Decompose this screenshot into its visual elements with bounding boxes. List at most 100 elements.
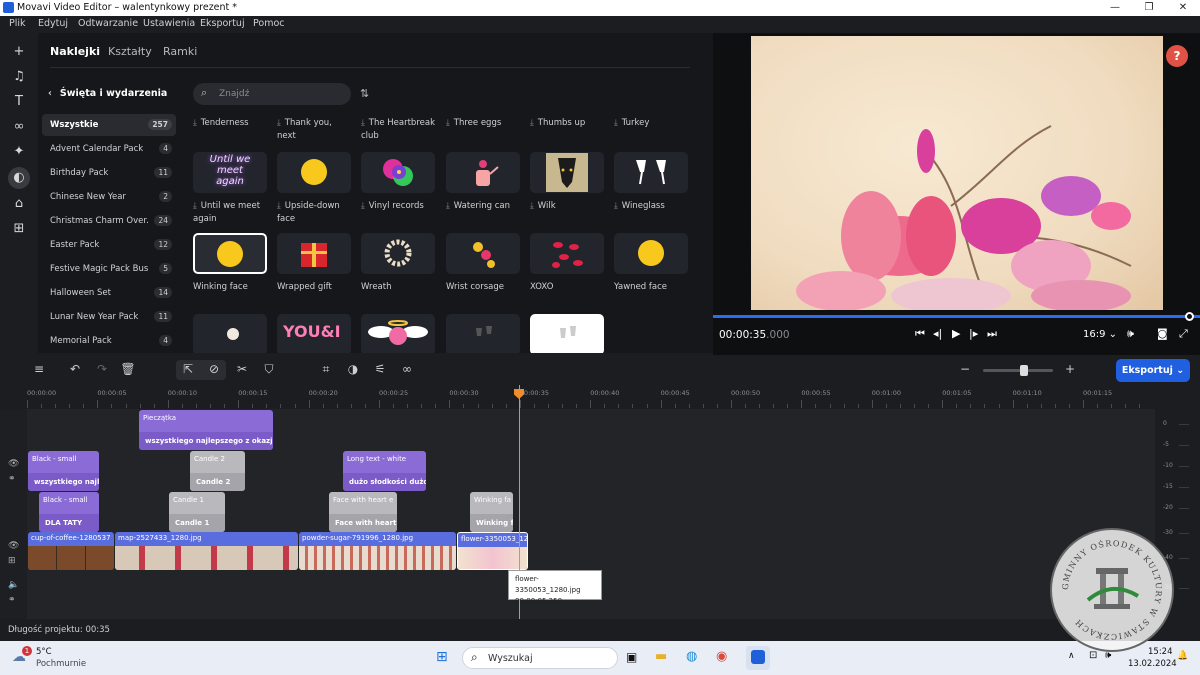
clip-candle-1[interactable]: Candle 1 Candle 1 [169, 492, 225, 532]
step-back-icon[interactable]: ◂| [933, 327, 942, 340]
help-button[interactable]: ? [1166, 45, 1188, 67]
snapshot-icon[interactable]: ◙ [1157, 327, 1168, 340]
zoom-in-icon[interactable]: + [1060, 362, 1080, 376]
video-track-icon[interactable]: ⊞ [8, 556, 16, 566]
movavi-taskbar-button[interactable] [746, 646, 770, 670]
sticker-thumbs-up[interactable]: ⤓ Thumbs up [530, 117, 604, 130]
sticker-xoxo[interactable]: XOXO [530, 233, 604, 294]
sticker-row3-5[interactable] [530, 314, 604, 353]
store-icon[interactable]: ⌂ [10, 195, 28, 213]
more-tools-icon[interactable]: ⊞ [10, 220, 28, 238]
sticker-winking-face[interactable]: Winking face [193, 233, 267, 294]
sticker-row3-2[interactable]: YOU&I [277, 314, 351, 353]
sticker-upside-down-face[interactable]: ⤓ Upside-down face [277, 152, 351, 226]
titles-icon[interactable]: T [10, 93, 28, 111]
video-clip-map[interactable]: map-2527433_1280.jpg [115, 532, 298, 570]
category-easter[interactable]: Easter Pack 12 [42, 234, 176, 256]
sticker-wrist-corsage[interactable]: Wrist corsage [446, 233, 520, 294]
weather-temp[interactable]: 5°C [36, 647, 52, 657]
category-christmas[interactable]: Christmas Charm Over... 24 [42, 210, 176, 232]
close-button[interactable]: ✕ [1166, 0, 1200, 16]
music-icon[interactable]: ♫ [10, 68, 28, 86]
task-view-icon[interactable]: ▣ [626, 650, 637, 664]
menu-edit[interactable]: Edytuj [38, 18, 68, 29]
fullscreen-icon[interactable]: ⤢ [1179, 327, 1188, 341]
sticker-vinyl-records[interactable]: ⤓ Vinyl records [361, 152, 435, 213]
category-advent[interactable]: Advent Calendar Pack 4 [42, 138, 176, 160]
zoom-out-icon[interactable]: − [955, 362, 975, 376]
category-all[interactable]: Wszystkie 257 [42, 114, 176, 136]
sort-icon[interactable]: ⇅ [360, 87, 369, 100]
link-icon[interactable]: ⚭ [8, 474, 16, 484]
category-halloween[interactable]: Halloween Set 14 [42, 282, 176, 304]
transition-wizard-icon[interactable]: ∞ [397, 362, 417, 376]
sticker-wineglass[interactable]: ⤓ Wineglass [614, 152, 688, 213]
audio-link-icon[interactable]: ⚭ [8, 595, 16, 605]
sticker-three-eggs[interactable]: ⤓ Three eggs [446, 117, 520, 130]
category-festive-magic[interactable]: Festive Magic Pack Busi... 5 [42, 258, 176, 280]
windows-start-icon[interactable]: ⊞ [436, 649, 448, 665]
clip-long-text[interactable]: Long text - white dużo słodkości dużo n [343, 451, 426, 491]
taskbar-search[interactable]: ⌕ Wyszukaj [462, 647, 618, 669]
zoom-slider-handle[interactable] [1020, 365, 1028, 376]
marker-icon[interactable]: ⛉ [259, 362, 279, 377]
skip-start-icon[interactable]: ⏮ [915, 327, 925, 341]
preview-canvas[interactable] [751, 36, 1163, 310]
sticker-row3-3[interactable] [361, 314, 435, 353]
color-adjust-icon[interactable]: ◑ [343, 362, 363, 376]
video-clip-powder-sugar[interactable]: powder-sugar-791996_1280.jpg [299, 532, 456, 570]
redo-icon[interactable]: ↷ [92, 362, 112, 376]
magic-wand-icon[interactable]: ✦ [10, 143, 28, 161]
delete-icon[interactable]: 🗑 [118, 362, 138, 376]
sticker-watering-can[interactable]: ⤓ Watering can [446, 152, 520, 213]
clip-candle-2[interactable]: Candle 2 Candle 2 [190, 451, 245, 491]
file-explorer-icon[interactable]: ▬ [655, 649, 667, 664]
sticker-heartbreak-club[interactable]: ⤓ The Heartbreak club [361, 117, 435, 143]
tab-stickers[interactable]: Naklejki [50, 45, 100, 58]
transitions-icon[interactable]: ∞ [10, 118, 28, 136]
sticker-thank-you-next[interactable]: ⤓ Thank you, next [277, 117, 351, 143]
clock-date[interactable]: 13.02.2024 [1128, 659, 1177, 669]
sticker-row3-1[interactable] [193, 314, 267, 353]
video-clip-flower[interactable]: flower-3350053_128 [457, 532, 528, 570]
select-cursor-icon[interactable]: ⇱ [178, 362, 198, 376]
visibility-icon[interactable]: 👁 [8, 459, 19, 469]
sticker-wrapped-gift[interactable]: Wrapped gift [277, 233, 351, 294]
menu-file[interactable]: Plik [9, 18, 26, 29]
step-forward-icon[interactable]: |▸ [969, 327, 978, 340]
chrome-icon[interactable]: ◉ [716, 649, 727, 664]
preview-scrubber[interactable] [713, 312, 1200, 321]
cut-icon[interactable]: ✂ [232, 362, 252, 376]
clip-black-small-2[interactable]: Black - small DLA TATY [39, 492, 99, 532]
maximize-button[interactable]: ❐ [1132, 0, 1166, 16]
time-ruler[interactable]: 00:00:00 00:00:05 00:00:10 00:00:15 00:00:20… [0, 385, 1200, 409]
undo-icon[interactable]: ↶ [65, 362, 85, 376]
tab-shapes[interactable]: Kształty [108, 45, 152, 58]
sticker-yawned-face[interactable]: Yawned face [614, 233, 688, 294]
sticker-row3-4[interactable] [446, 314, 520, 353]
notifications-icon[interactable]: 🔔 [1177, 651, 1188, 661]
category-memorial[interactable]: Memorial Pack 4 [42, 330, 176, 352]
sticker-wilk[interactable]: ⤓ Wilk [530, 152, 604, 213]
menu-playback[interactable]: Odtwarzanie [78, 18, 138, 29]
mute-icon[interactable]: 🔈 [8, 580, 19, 590]
menu-export[interactable]: Eksportuj [200, 18, 245, 29]
stickers-icon[interactable]: ◐ [8, 167, 30, 189]
export-button[interactable]: Eksportuj ⌄ [1116, 359, 1190, 382]
category-lunar-new-year[interactable]: Lunar New Year Pack 11 [42, 306, 176, 328]
skip-end-icon[interactable]: ⏭ [987, 327, 997, 341]
settings-sliders-icon[interactable]: ⚟ [370, 362, 390, 376]
clip-face-with-heart[interactable]: Face with heart e Face with heart e [329, 492, 397, 532]
visibility-icon[interactable]: 👁 [8, 541, 19, 551]
play-icon[interactable]: ▶ [952, 327, 960, 340]
edge-icon[interactable]: ◍ [686, 649, 697, 664]
zoom-slider[interactable] [983, 369, 1053, 372]
search-input[interactable] [219, 87, 339, 101]
clip-pieczatka[interactable]: Pieczątka wszystkiego najlepszego z okazj… [139, 410, 273, 450]
minimize-button[interactable]: — [1098, 0, 1132, 16]
category-birthday[interactable]: Birthday Pack 11 [42, 162, 176, 184]
add-media-icon[interactable]: + [10, 43, 28, 61]
tab-frames[interactable]: Ramki [163, 45, 197, 58]
weather-desc[interactable]: Pochmurnie [36, 659, 86, 669]
sticker-turkey[interactable]: ⤓ Turkey [614, 117, 688, 130]
